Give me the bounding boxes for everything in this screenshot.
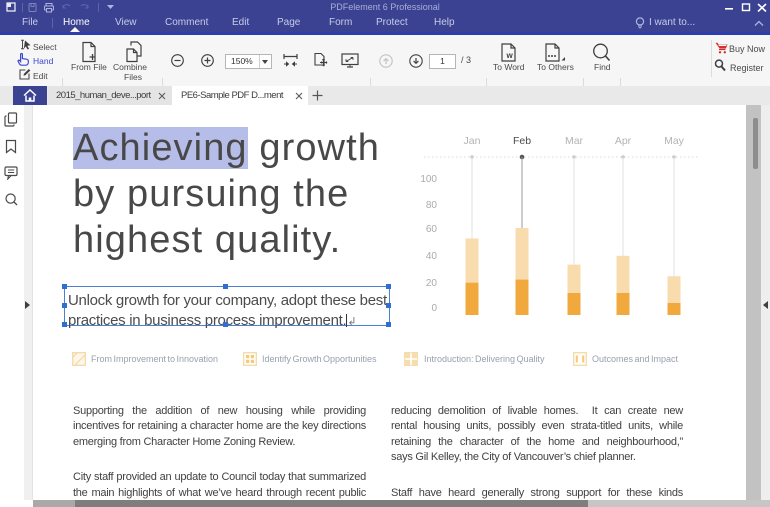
svg-text:80: 80	[426, 200, 438, 211]
svg-text:Apr: Apr	[615, 135, 632, 147]
svg-text:60: 60	[426, 224, 438, 235]
svg-text:Feb: Feb	[513, 135, 531, 147]
svg-text:w: w	[506, 51, 514, 60]
svg-text:40: 40	[426, 251, 438, 262]
svg-text:Jan: Jan	[464, 135, 481, 147]
svg-text:May: May	[664, 135, 685, 147]
svg-text:100: 100	[420, 174, 437, 185]
svg-text:20: 20	[426, 278, 438, 289]
svg-text:0: 0	[431, 303, 437, 314]
svg-text:Mar: Mar	[565, 135, 584, 147]
